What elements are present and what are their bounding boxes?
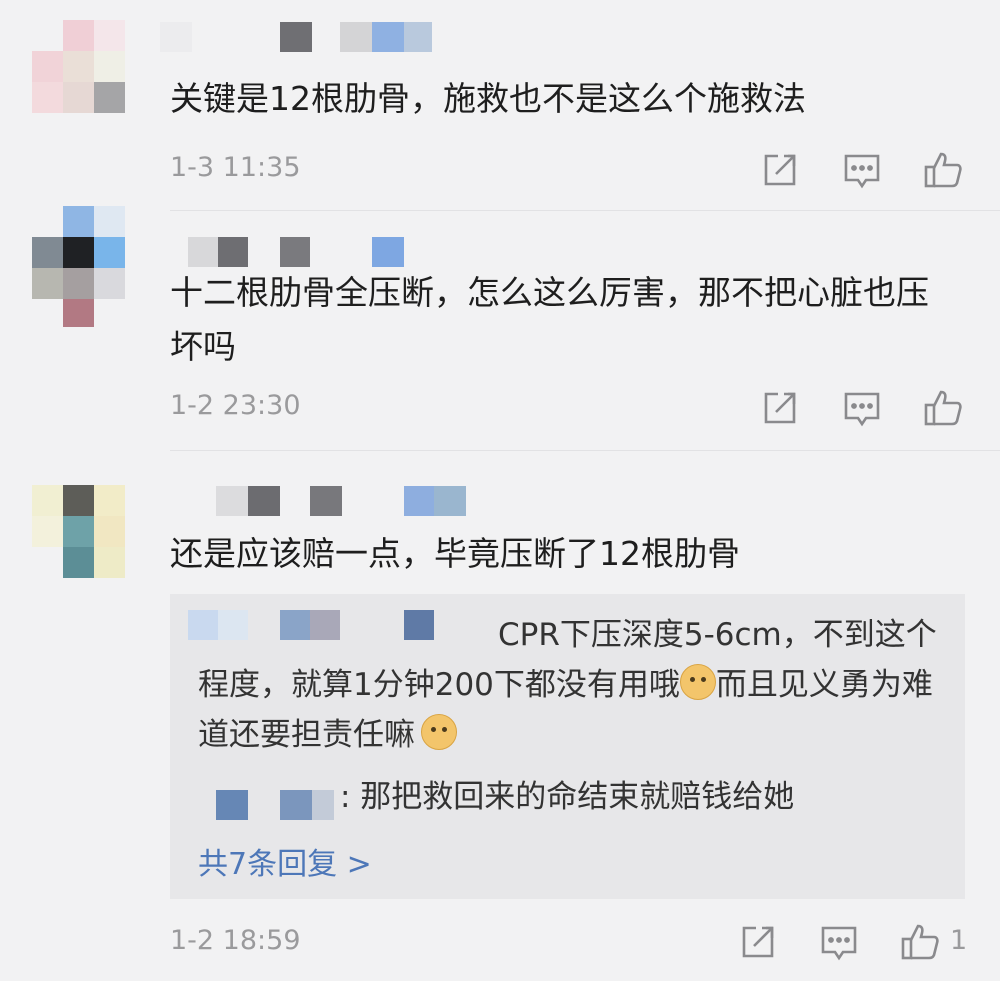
divider [170,450,1000,451]
share-button[interactable] [736,920,780,964]
reply-2-text: : 那把救回来的命结束就赔钱给她 [340,779,795,815]
divider [170,210,1000,211]
doge-emoji-icon [421,714,457,750]
share-icon [764,392,796,424]
avatar[interactable] [32,206,125,327]
like-button[interactable] [921,148,965,192]
comment-time: 1-2 18:59 [170,925,301,956]
comment-text: 关键是12根肋骨，施救也不是这么个施救法 [170,79,806,118]
avatar[interactable] [32,485,125,578]
share-button[interactable] [758,386,802,430]
comment-button[interactable] [817,920,861,964]
view-all-replies-link[interactable]: 共7条回复 > [198,839,372,883]
reply-preview-box[interactable]: CPR下压深度5-6cm，不到这个程度，就算1分钟200下都没有用哦 而且见义勇为… [170,594,965,899]
comment-text: 还是应该赔一点，毕竟压断了12根肋骨 [170,534,740,573]
share-icon [742,926,774,958]
thumbs-up-icon [924,390,962,426]
reply-username-redacted[interactable] [188,790,348,820]
like-button[interactable] [898,920,942,964]
username-redacted[interactable] [160,486,470,516]
share-button[interactable] [758,148,802,192]
comment-icon [844,154,880,189]
comment-text: 十二根肋骨全压断，怎么这么厉害，那不把心脏也压坏吗 [170,273,929,366]
comment-icon [844,392,880,427]
avatar[interactable] [32,20,125,113]
comment-button[interactable] [840,386,884,430]
share-icon [764,154,796,186]
like-button[interactable] [921,386,965,430]
comment-time: 1-2 23:30 [170,390,301,421]
doge-emoji-icon [679,664,716,700]
comment-button[interactable] [840,148,884,192]
username-redacted[interactable] [160,22,440,52]
thumbs-up-icon [924,152,962,188]
thumbs-up-icon [901,924,939,960]
comment-icon [821,926,857,961]
comment-time: 1-3 11:35 [170,152,301,183]
username-redacted[interactable] [160,237,420,267]
reply-1-text: CPR下压深度5-6cm，不到这个程度，就算1分钟200下都没有用哦 而且见义勇为… [198,610,938,760]
like-count: 1 [950,925,968,956]
